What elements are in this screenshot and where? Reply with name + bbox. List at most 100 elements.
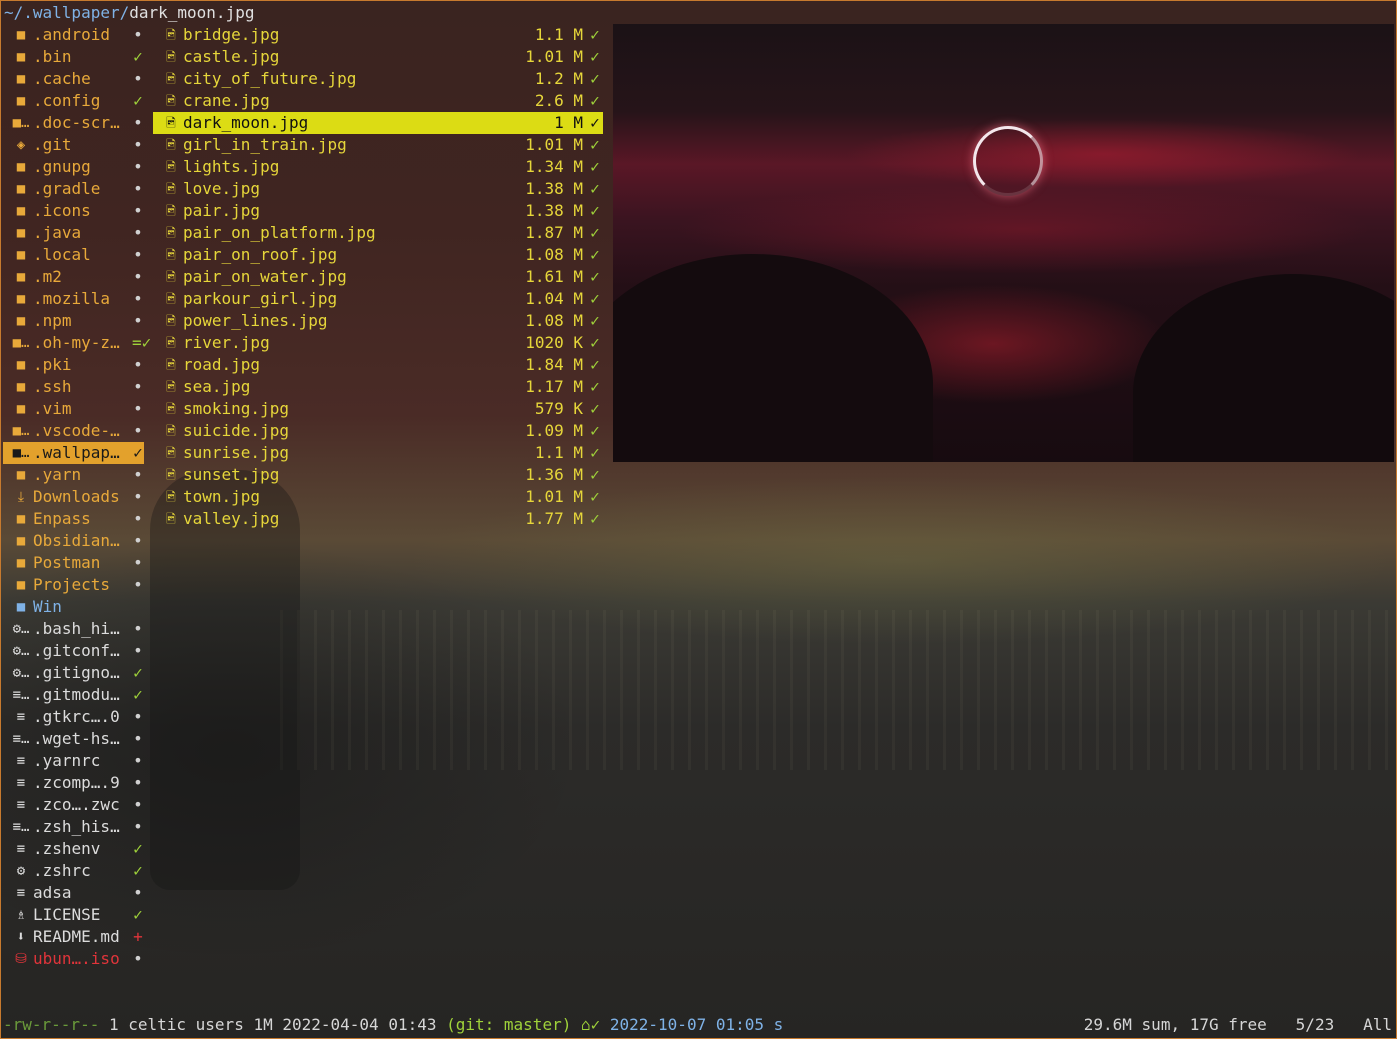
file-name: pair.jpg (183, 201, 261, 220)
git-status-indicator: • (133, 575, 143, 594)
parent-list-item[interactable]: ■ Obsidian… • (3, 530, 144, 552)
parent-list-item[interactable]: ■ .m2 • (3, 266, 144, 288)
file-list-item[interactable]: 🖻 town.jpg 1.01 M ✓ (153, 486, 603, 508)
file-list-item[interactable]: 🖻 pair_on_platform.jpg 1.87 M ✓ (153, 222, 603, 244)
file-list-item[interactable]: 🖻 pair_on_roof.jpg 1.08 M ✓ (153, 244, 603, 266)
parent-list-item[interactable]: ■ Enpass • (3, 508, 144, 530)
config-file-icon: ⚙… (12, 621, 30, 637)
text-file-icon: ≡ (16, 753, 26, 769)
parent-list-item[interactable]: ◈ .git • (3, 134, 144, 156)
preview-mountain (613, 254, 933, 462)
parent-list-item[interactable]: ■ .cache • (3, 68, 144, 90)
parent-list-item[interactable]: ■ Projects • (3, 574, 144, 596)
file-list-item[interactable]: 🖻 bridge.jpg 1.1 M ✓ (153, 24, 603, 46)
parent-item-name: .zshenv (33, 839, 101, 858)
file-list-item[interactable]: 🖻 river.jpg 1020 K ✓ (153, 332, 603, 354)
folder-icon: ■ (16, 71, 26, 87)
text-file-icon: ≡… (12, 731, 30, 747)
parent-list-item[interactable]: ≡ adsa • (3, 882, 144, 904)
file-name: power_lines.jpg (183, 311, 328, 330)
parent-list-item[interactable]: ■ .local • (3, 244, 144, 266)
file-list-item[interactable]: 🖻 suicide.jpg 1.09 M ✓ (153, 420, 603, 442)
file-list-item[interactable]: 🖻 road.jpg 1.84 M ✓ (153, 354, 603, 376)
file-size: 1.01 M (525, 487, 583, 506)
parent-list-item[interactable]: ■ .mozilla • (3, 288, 144, 310)
parent-list-item[interactable]: ■… .oh-my-z… =✓ (3, 332, 152, 354)
file-list-item[interactable]: 🖻 city_of_future.jpg 1.2 M ✓ (153, 68, 603, 90)
parent-list-item[interactable]: ■ Win (3, 596, 144, 618)
parent-list-item[interactable]: ■ .pki • (3, 354, 144, 376)
parent-list-item[interactable]: ⛁ ubun….iso • (3, 948, 144, 970)
path-dir: ~/.wallpaper/ (4, 3, 130, 22)
file-size: 579 K (534, 399, 583, 418)
folder-icon: ■ (16, 313, 26, 329)
parent-list-item[interactable]: ■ .npm • (3, 310, 144, 332)
git-status-indicator: • (133, 817, 143, 836)
background-sea (280, 610, 1397, 770)
parent-list-item[interactable]: ■… .doc-scr… • (3, 112, 144, 134)
file-list-item[interactable]: 🖻 pair.jpg 1.38 M ✓ (153, 200, 603, 222)
file-list-item[interactable]: 🖻 crane.jpg 2.6 M ✓ (153, 90, 603, 112)
file-name: love.jpg (183, 179, 261, 198)
git-status-indicator: ✓ (590, 267, 600, 286)
parent-list-item[interactable]: ≡ .zco….zwc • (3, 794, 144, 816)
file-list-item[interactable]: 🖻 parkour_girl.jpg 1.04 M ✓ (153, 288, 603, 310)
parent-list-item[interactable]: ⚙ .zshrc ✓ (3, 860, 144, 882)
file-list-item[interactable]: 🖻 sea.jpg 1.17 M ✓ (153, 376, 603, 398)
parent-list-item[interactable]: ≡… .gitmodu… ✓ (3, 684, 144, 706)
parent-list-item[interactable]: ■ .java • (3, 222, 144, 244)
file-name: sea.jpg (183, 377, 251, 396)
parent-list-item[interactable]: ⚙… .bash_hi… • (3, 618, 144, 640)
parent-list-item[interactable]: ■ .gradle • (3, 178, 144, 200)
folder-icon: ■ (16, 401, 26, 417)
parent-list-item[interactable]: ≡… .zsh_his… • (3, 816, 144, 838)
parent-list-item[interactable]: ■ Postman • (3, 552, 144, 574)
parent-list-item[interactable]: ■ .android • (3, 24, 144, 46)
parent-list-item[interactable]: ≡ .zshenv ✓ (3, 838, 144, 860)
git-status-indicator: ✓ (133, 839, 143, 858)
parent-list-item[interactable]: ⚙… .gitigno… ✓ (3, 662, 144, 684)
file-list-item[interactable]: 🖻 love.jpg 1.38 M ✓ (153, 178, 603, 200)
file-list-item[interactable]: 🖻 smoking.jpg 579 K ✓ (153, 398, 603, 420)
file-size: 1.36 M (525, 465, 583, 484)
file-name: sunrise.jpg (183, 443, 289, 462)
file-name: valley.jpg (183, 509, 280, 528)
parent-list-item[interactable]: ≡ .gtkrc….0 • (3, 706, 144, 728)
image-file-icon: 🖻 (166, 204, 176, 218)
parent-item-name: .local (33, 245, 91, 264)
parent-list-item[interactable]: ⤓ Downloads • (3, 486, 144, 508)
parent-list-item[interactable]: ■ .config ✓ (3, 90, 144, 112)
parent-list-item[interactable]: ≡ .zcomp….9 • (3, 772, 144, 794)
parent-list-item[interactable]: ■ .vim • (3, 398, 144, 420)
parent-list-item[interactable]: ■ .ssh • (3, 376, 144, 398)
parent-list-item[interactable]: ■ .icons • (3, 200, 144, 222)
parent-list-item[interactable]: ♗ LICENSE ✓ (3, 904, 144, 926)
parent-list-item[interactable]: ⚙… .gitconf… • (3, 640, 144, 662)
image-file-icon: 🖻 (166, 402, 176, 416)
file-list-item[interactable]: 🖻 sunset.jpg 1.36 M ✓ (153, 464, 603, 486)
parent-list-item[interactable]: ■ .gnupg • (3, 156, 144, 178)
file-list-item[interactable]: 🖻 valley.jpg 1.77 M ✓ (153, 508, 603, 530)
file-list-item[interactable]: 🖻 castle.jpg 1.01 M ✓ (153, 46, 603, 68)
file-list-item[interactable]: 🖻 sunrise.jpg 1.1 M ✓ (153, 442, 603, 464)
parent-list-item[interactable]: ⬇ README.md + (3, 926, 144, 948)
parent-list-item[interactable]: ■ .bin ✓ (3, 46, 144, 68)
parent-item-name: Projects (33, 575, 111, 594)
image-preview (613, 24, 1394, 462)
git-status-indicator: ✓ (590, 135, 600, 154)
file-list-item[interactable]: 🖻 power_lines.jpg 1.08 M ✓ (153, 310, 603, 332)
parent-item-name: .npm (33, 311, 72, 330)
parent-list-item[interactable]: ≡ .yarnrc • (3, 750, 144, 772)
parent-list-item[interactable]: ■… .vscode-… • (3, 420, 144, 442)
parent-list-item[interactable]: ■ .yarn • (3, 464, 144, 486)
file-list-item[interactable]: 🖻 girl_in_train.jpg 1.01 M ✓ (153, 134, 603, 156)
file-list-item[interactable]: 🖻 dark_moon.jpg 1 M ✓ (153, 112, 603, 134)
file-name: lights.jpg (183, 157, 280, 176)
status-file-info: 1 celtic users 1M 2022-04-04 01:43 (99, 1015, 447, 1034)
text-file-icon: ≡ (16, 841, 26, 857)
file-list-item[interactable]: 🖻 lights.jpg 1.34 M ✓ (153, 156, 603, 178)
parent-list-item[interactable]: ■… .wallpap… ✓ (3, 442, 144, 464)
file-list-item[interactable]: 🖻 pair_on_water.jpg 1.61 M ✓ (153, 266, 603, 288)
parent-item-name: .gnupg (33, 157, 91, 176)
parent-list-item[interactable]: ≡… .wget-hs… • (3, 728, 144, 750)
